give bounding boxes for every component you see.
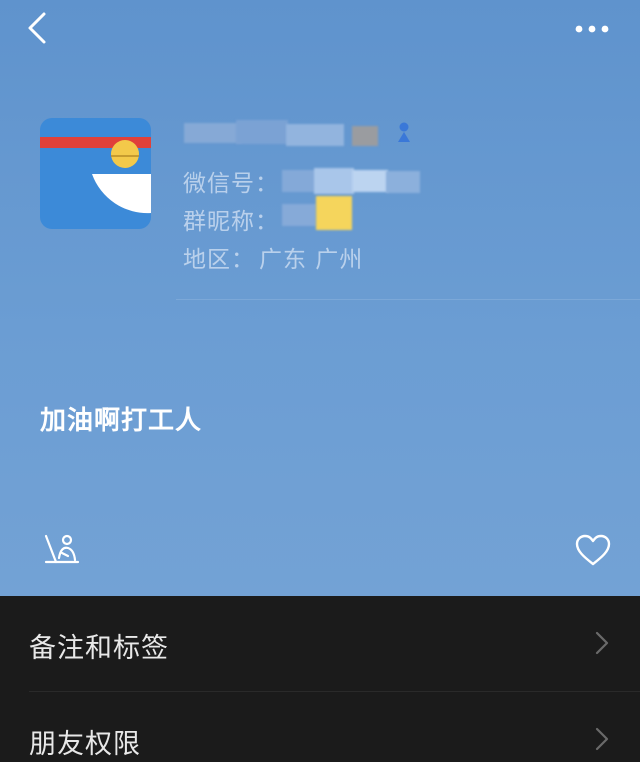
menu-item-label: 朋友权限 [29, 729, 141, 760]
heart-icon [575, 534, 611, 566]
menu-item-remarks-tags[interactable]: 备注和标签 [0, 596, 640, 690]
wechat-id-obscured [282, 168, 420, 194]
contact-profile-screen: 微信号： 群昵称： 地区： 广东 广州 加油啊打工人 备注和标签 朋友权限 [0, 0, 640, 762]
wechat-id-row: 微信号： [183, 164, 283, 198]
chevron-left-icon [28, 12, 46, 44]
gender-icon [398, 122, 410, 142]
wechat-id-label: 微信号： [183, 171, 279, 197]
profile-menu: 备注和标签 朋友权限 [0, 596, 640, 762]
moments-album-icon [44, 534, 80, 564]
more-button[interactable] [572, 14, 612, 44]
region-row: 地区： 广东 广州 [183, 240, 363, 274]
like-button[interactable] [574, 533, 612, 567]
group-nickname-obscured [282, 196, 362, 232]
menu-item-label: 备注和标签 [29, 633, 169, 664]
back-button[interactable] [22, 10, 58, 46]
region-value: 广东 广州 [259, 247, 364, 273]
hero-divider [176, 299, 640, 300]
chevron-right-icon [595, 727, 609, 751]
chevron-right-icon [595, 631, 609, 655]
profile-hero: 微信号： 群昵称： 地区： 广东 广州 加油啊打工人 [0, 0, 640, 596]
avatar[interactable] [40, 118, 151, 229]
signature-text: 加油啊打工人 [40, 406, 203, 436]
group-nickname-label: 群昵称： [183, 209, 279, 235]
more-dots-icon [575, 25, 609, 33]
doraemon-avatar-icon [40, 118, 151, 229]
group-nickname-row: 群昵称： [183, 202, 283, 236]
nickname-obscured [176, 120, 410, 146]
region-label: 地区： [183, 247, 255, 273]
menu-item-friend-permissions[interactable]: 朋友权限 [0, 692, 640, 762]
moments-album-button[interactable] [42, 532, 82, 568]
